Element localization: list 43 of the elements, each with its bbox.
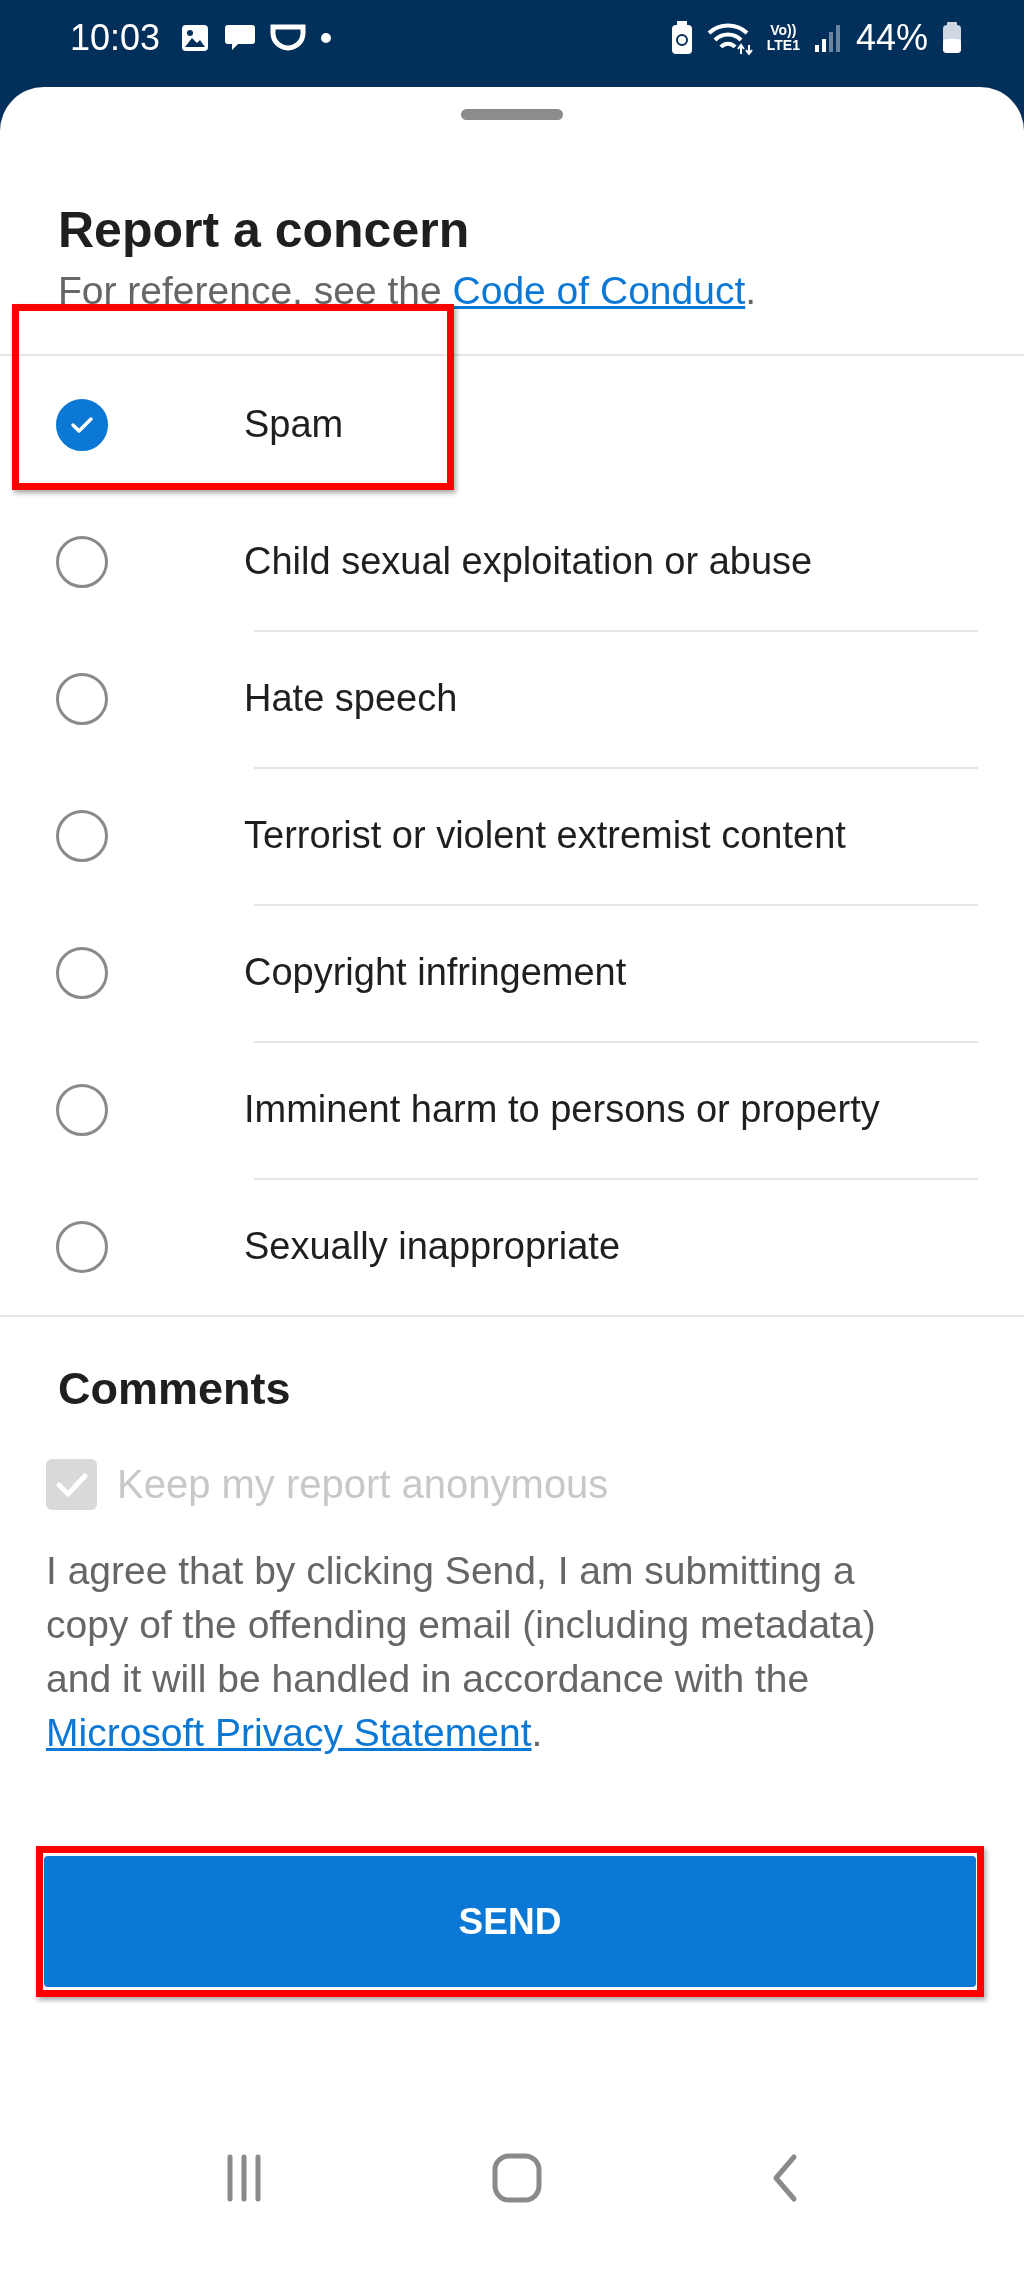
report-option[interactable]: Copyright infringement [0,904,1024,1041]
battery-icon [942,21,962,54]
battery-percentage: 44% [855,16,928,59]
sheet-title: Report a concern [58,201,471,260]
option-label: Spam [244,403,344,446]
report-option[interactable]: Sexually inappropriate [0,1178,1024,1315]
chat-icon [224,22,257,53]
option-label: Hate speech [244,677,458,720]
report-option[interactable]: Terrorist or violent extremist content [0,767,1024,904]
option-label: Sexually inappropriate [244,1225,620,1268]
radio-button[interactable] [56,1220,108,1273]
radio-selected-icon[interactable] [56,398,108,451]
network-type-label: LTE1 [766,37,800,53]
reference-text: For reference, see the Code of Conduct. [58,268,758,314]
report-option[interactable]: Imminent harm to persons or property [0,1041,1024,1178]
option-label: Imminent harm to persons or property [244,1088,880,1131]
signal-icon [813,22,842,53]
privacy-statement-link[interactable]: Microsoft Privacy Statement [46,1711,532,1754]
clock-time: 10:03 [70,16,161,59]
check-icon [54,1470,89,1499]
check-icon [70,414,94,435]
radio-button[interactable] [56,672,108,725]
section-heading: Comments [58,1363,292,1415]
image-icon [180,22,211,53]
app-icon [270,22,307,53]
code-of-conduct-link[interactable]: Code of Conduct [452,269,746,312]
radio-button[interactable] [56,809,108,862]
notification-dot-icon [320,31,333,44]
option-label: Terrorist or violent extremist content [244,814,846,857]
report-option[interactable]: Spam [0,356,1024,493]
send-button[interactable]: SEND [44,1856,976,1987]
report-option[interactable]: Hate speech [0,630,1024,767]
battery-saver-icon [670,20,693,55]
radio-button[interactable] [56,946,108,999]
home-icon[interactable] [491,2152,543,2204]
radio-button[interactable] [56,535,108,588]
option-label: Child sexual exploitation or abuse [244,540,813,583]
consent-text: I agree that by clicking Send, I am submitting a copy of the offending email (including metadata) and it will be handled in accordance with the Microsoft Privacy Statement. [46,1548,877,1756]
drag-handle[interactable] [461,109,563,120]
radio-button[interactable] [56,1083,108,1136]
volte-label: Vo)) [770,22,797,38]
report-option[interactable]: Child sexual exploitation or abuse [0,493,1024,630]
option-label: Copyright infringement [244,951,627,994]
